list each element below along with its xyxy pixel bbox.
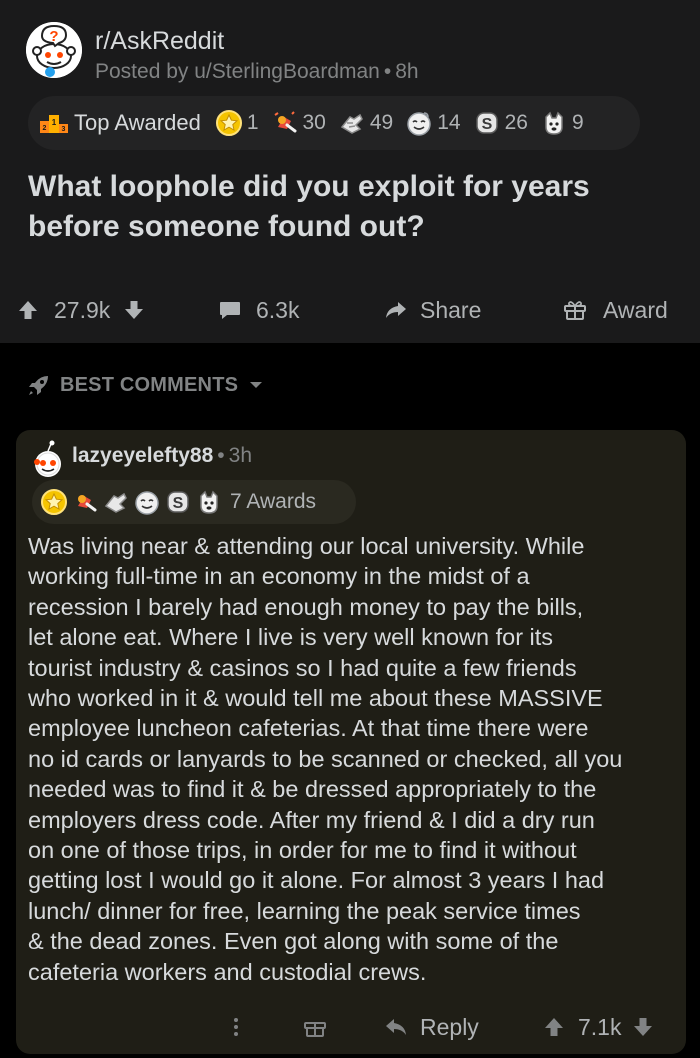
award-button[interactable]: Award <box>563 282 668 338</box>
bless-up-award-icon: S <box>475 112 498 134</box>
wholesome-seal-award-icon <box>78 495 97 512</box>
doggo-award-icon <box>200 490 218 514</box>
comment-score: 7.1k <box>578 1013 622 1040</box>
helpful-hand-award-icon <box>340 113 363 134</box>
upvote-arrow-icon[interactable] <box>542 1015 566 1039</box>
silver-face-award-icon <box>135 491 159 515</box>
vertical-dots-icon <box>234 1018 238 1036</box>
sort-label: BEST COMMENTS <box>60 373 239 396</box>
award-count: 26 <box>504 111 528 134</box>
reply-label: Reply <box>420 1013 479 1040</box>
share-label: Share <box>420 296 482 323</box>
comment-actions: Reply 7.1k <box>16 1004 686 1050</box>
comment-count: 6.3k <box>256 296 300 323</box>
wholesome-seal-award-icon <box>273 111 296 133</box>
comment-body: Was living near & attending our local un… <box>28 533 623 985</box>
separator-dot: • <box>217 444 225 467</box>
gold-star-award-icon <box>215 110 242 136</box>
doggo-award-icon <box>545 111 563 135</box>
byline-prefix: Posted by <box>95 60 189 83</box>
award-bless-up: S 26 <box>473 109 528 137</box>
post-author[interactable]: u/SterlingBoardman <box>194 60 380 83</box>
gift-icon <box>304 1022 326 1037</box>
bless-up-award-icon: S <box>167 491 189 513</box>
comment-author-line: lazyeyelefty88 • 3h <box>72 444 252 468</box>
reply-arrow-icon <box>386 1019 406 1035</box>
top-awarded-label: Top Awarded <box>74 110 201 135</box>
podium-icon: 1 2 3 <box>40 115 68 133</box>
comment-author[interactable]: lazyeyelefty88 <box>72 444 213 467</box>
svg-text:?: ? <box>49 28 58 45</box>
subreddit-name[interactable]: r/AskReddit <box>95 27 224 56</box>
award-label: Award <box>603 296 668 323</box>
upvote-arrow-icon[interactable] <box>16 298 40 322</box>
award-count: 1 <box>246 111 259 134</box>
svg-text:2: 2 <box>43 125 47 132</box>
award-count: 9 <box>571 111 584 134</box>
give-award-button[interactable] <box>303 1004 327 1050</box>
svg-text:1: 1 <box>52 118 57 127</box>
vote-group: 27.9k <box>16 282 146 338</box>
downvote-arrow-icon[interactable] <box>122 298 146 322</box>
rocket-icon <box>29 376 48 395</box>
award-count: 14 <box>437 111 461 134</box>
post-actions: 27.9k 6.3k Share Award <box>0 282 700 338</box>
gift-icon <box>564 301 586 320</box>
post-age: 8h <box>395 60 419 83</box>
award-doggo: 9 <box>540 109 584 137</box>
svg-text:S: S <box>481 116 492 133</box>
gold-star-award-icon <box>41 489 67 515</box>
award-count: 30 <box>302 111 326 134</box>
helpful-hand-award-icon <box>104 492 127 513</box>
award-wholesome: 30 <box>271 109 326 137</box>
share-button[interactable]: Share <box>384 282 481 338</box>
comments-button[interactable]: 6.3k <box>218 282 299 338</box>
svg-text:3: 3 <box>62 126 66 133</box>
comment-bubble-icon <box>220 302 240 319</box>
reply-button[interactable]: Reply <box>384 1004 479 1050</box>
separator-dot: • <box>383 60 392 83</box>
comment-age: 3h <box>228 444 252 467</box>
post-score: 27.9k <box>54 296 111 323</box>
comment-awards-bar[interactable]: S 7 Awards <box>32 480 356 524</box>
silver-face-award-icon <box>407 112 431 136</box>
chevron-down-icon <box>250 382 263 388</box>
comment-vote-group: 7.1k <box>542 1004 655 1050</box>
user-avatar[interactable] <box>28 440 68 480</box>
post-byline: Posted by u/SterlingBoardman • 8h <box>95 60 419 84</box>
downvote-arrow-icon[interactable] <box>631 1015 655 1039</box>
comment-awards-count: 7 Awards <box>230 490 316 513</box>
award-gold: 1 <box>215 109 259 137</box>
award-helpful: 49 <box>338 109 393 137</box>
askreddit-subreddit-icon[interactable]: ? <box>26 22 82 78</box>
share-arrow-icon <box>386 302 406 318</box>
post-card: ? r/AskReddit Posted by u/SterlingBoardm… <box>0 0 700 343</box>
comment-sort-dropdown[interactable]: BEST COMMENTS <box>0 355 700 415</box>
top-awarded-bar[interactable]: 1 2 3 Top Awarded 1 30 49 14 S 26 9 <box>28 96 640 150</box>
comment-card: lazyeyelefty88 • 3h S 7 Awards Was livin… <box>16 430 686 1054</box>
more-options-button[interactable] <box>224 1004 248 1050</box>
award-count: 49 <box>369 111 394 134</box>
post-title[interactable]: What loophole did you exploit for years … <box>28 167 668 247</box>
svg-text:S: S <box>173 495 184 512</box>
award-silver: 14 <box>405 109 461 137</box>
